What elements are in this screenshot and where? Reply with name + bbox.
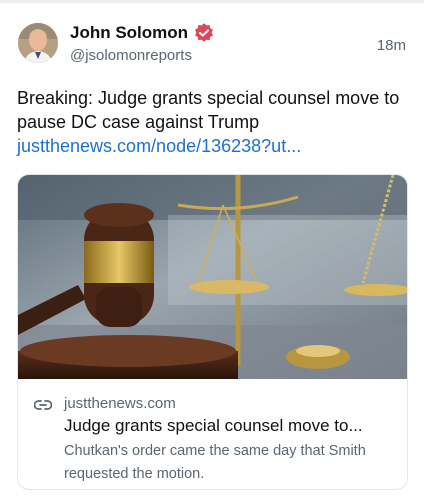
link-preview-title[interactable]: Judge grants special counsel move to... [64,416,400,436]
post-text: Breaking: Judge grants special counsel m… [17,88,400,132]
link-preview-card[interactable]: justthenews.com Judge grants special cou… [17,174,408,490]
link-preview-meta: justthenews.com Judge grants special cou… [18,379,407,489]
link-preview-description: Chutkan's order came the same day that S… [64,443,366,482]
post-link[interactable]: justthenews.com/node/136238?ut... [17,134,301,158]
avatar[interactable] [18,23,58,63]
link-icon [34,400,52,410]
verified-badge-icon [194,23,214,43]
author-handle[interactable]: @jsolomonreports [70,47,192,64]
link-preview-image [18,175,407,379]
link-preview-domain: justthenews.com [64,395,176,412]
post-timestamp: 18m [376,37,406,54]
author-name[interactable]: John Solomon [70,23,188,43]
author-name-row: John Solomon [70,22,214,44]
top-divider [0,0,424,3]
avatar-photo [18,23,58,63]
